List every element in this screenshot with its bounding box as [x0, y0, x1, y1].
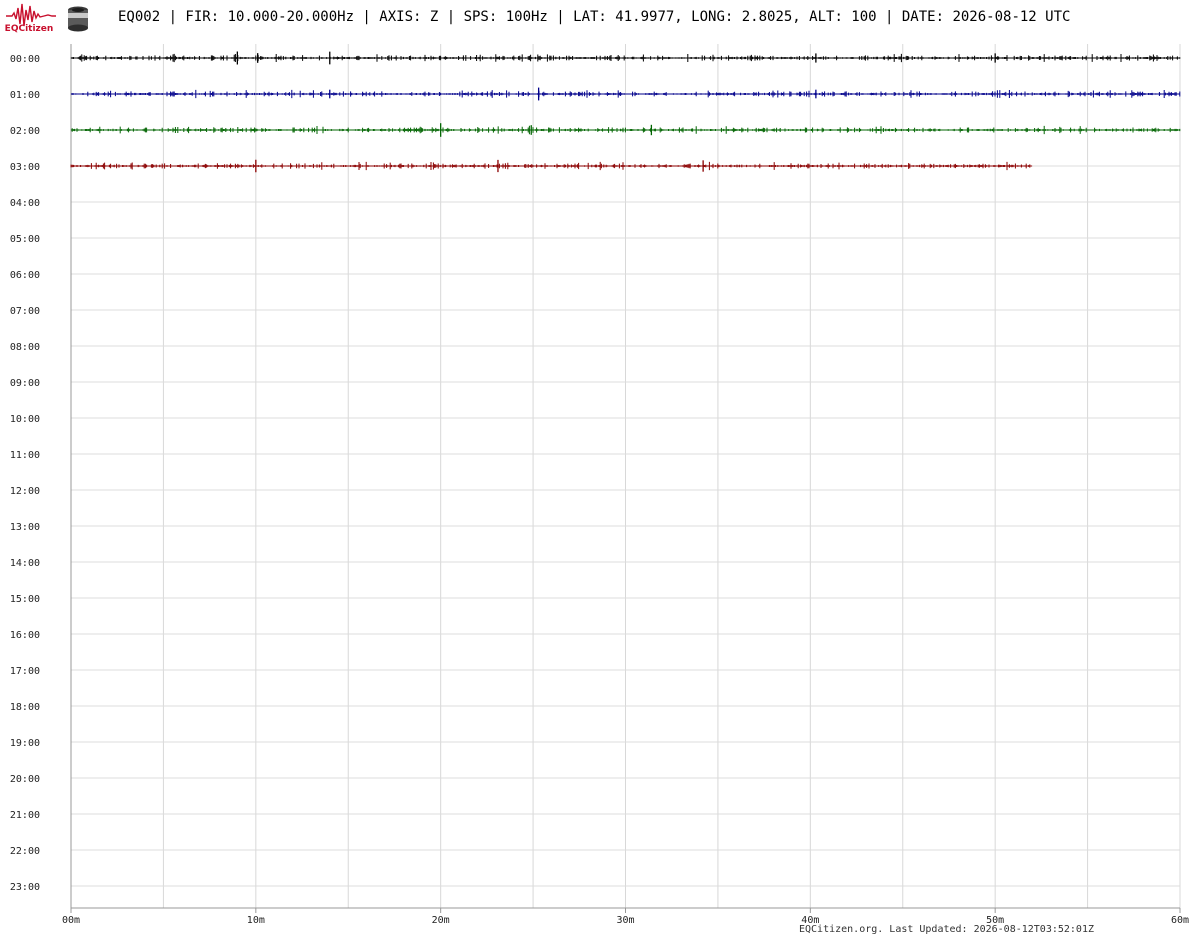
row-label: 10:00 [10, 414, 40, 425]
row-label: 12:00 [10, 486, 40, 497]
row-label: 16:00 [10, 630, 40, 641]
row-label: 15:00 [10, 594, 40, 605]
row-label: 14:00 [10, 558, 40, 569]
row-label: 05:00 [10, 234, 40, 245]
last-updated-credit: EQCitizen.org. Last Updated: 2026-08-12T… [798, 924, 1094, 935]
row-label: 07:00 [10, 306, 40, 317]
row-label: 22:00 [10, 846, 40, 857]
row-label: 17:00 [10, 666, 40, 677]
row-label: 03:00 [10, 162, 40, 173]
helicorder-chart: 00:00 01:00 02:00 03:00 04:00 05:00 06:00 07:00… [10, 44, 1189, 926]
row-label: 08:00 [10, 342, 40, 353]
row-label: 06:00 [10, 270, 40, 281]
row-label: 04:00 [10, 198, 40, 209]
x-tick-label: 60m [1171, 915, 1189, 926]
trace-noise [70, 161, 1032, 171]
row-label: 00:00 [10, 54, 40, 65]
row-label: 19:00 [10, 738, 40, 749]
row-label: 13:00 [10, 522, 40, 533]
x-tick-label: 30m [616, 915, 634, 926]
x-tick-label: 20m [432, 915, 450, 926]
row-label: 21:00 [10, 810, 40, 821]
row-label: 18:00 [10, 702, 40, 713]
row-label: 09:00 [10, 378, 40, 389]
row-label: 20:00 [10, 774, 40, 785]
grid-layer [70, 44, 1181, 913]
trace-0300 [70, 159, 1033, 173]
row-label: 11:00 [10, 450, 40, 461]
x-tick-label: 00m [62, 915, 80, 926]
row-label: 02:00 [10, 126, 40, 137]
row-label: 23:00 [10, 882, 40, 893]
row-label: 01:00 [10, 90, 40, 101]
x-tick-label: 10m [247, 915, 265, 926]
